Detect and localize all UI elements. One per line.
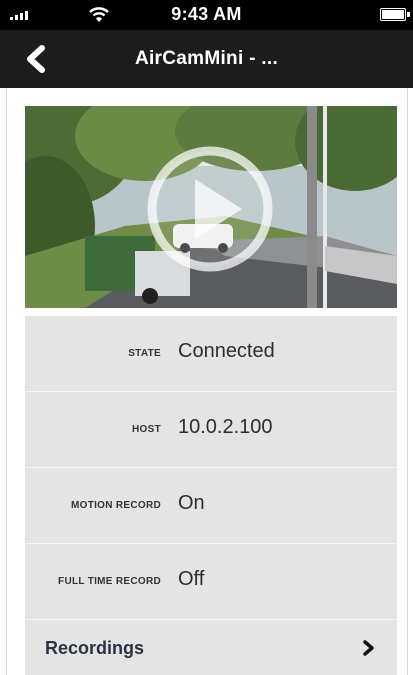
camera-info-list: STATE Connected HOST 10.0.2.100 MOTION R… bbox=[25, 316, 397, 675]
recordings-button[interactable]: Recordings bbox=[25, 620, 397, 675]
host-row: HOST 10.0.2.100 bbox=[25, 392, 397, 468]
play-icon[interactable] bbox=[145, 144, 275, 274]
host-value: 10.0.2.100 bbox=[178, 416, 273, 438]
motion-record-row[interactable]: MOTION RECORD On bbox=[25, 468, 397, 544]
full-time-record-value[interactable]: Off bbox=[178, 568, 204, 591]
state-value: Connected bbox=[178, 340, 275, 362]
chevron-right-icon bbox=[363, 640, 374, 656]
navigation-bar: AirCamMini - ... bbox=[0, 30, 413, 88]
camera-video-preview[interactable] bbox=[25, 106, 397, 308]
recordings-label: Recordings bbox=[45, 638, 145, 658]
status-time: 9:43 AM bbox=[171, 4, 242, 24]
status-bar: 9:43 AM bbox=[0, 0, 413, 30]
page-title: AirCamMini - ... bbox=[134, 48, 279, 69]
state-row: STATE Connected bbox=[25, 316, 397, 392]
state-label: STATE bbox=[128, 348, 161, 359]
host-label: HOST bbox=[132, 424, 161, 435]
motion-record-label: MOTION RECORD bbox=[70, 500, 161, 511]
battery-icon bbox=[380, 8, 410, 21]
full-time-record-label: FULL TIME RECORD bbox=[58, 576, 161, 587]
motion-record-value[interactable]: On bbox=[178, 492, 205, 515]
full-time-record-row[interactable]: FULL TIME RECORD Off bbox=[25, 544, 397, 620]
